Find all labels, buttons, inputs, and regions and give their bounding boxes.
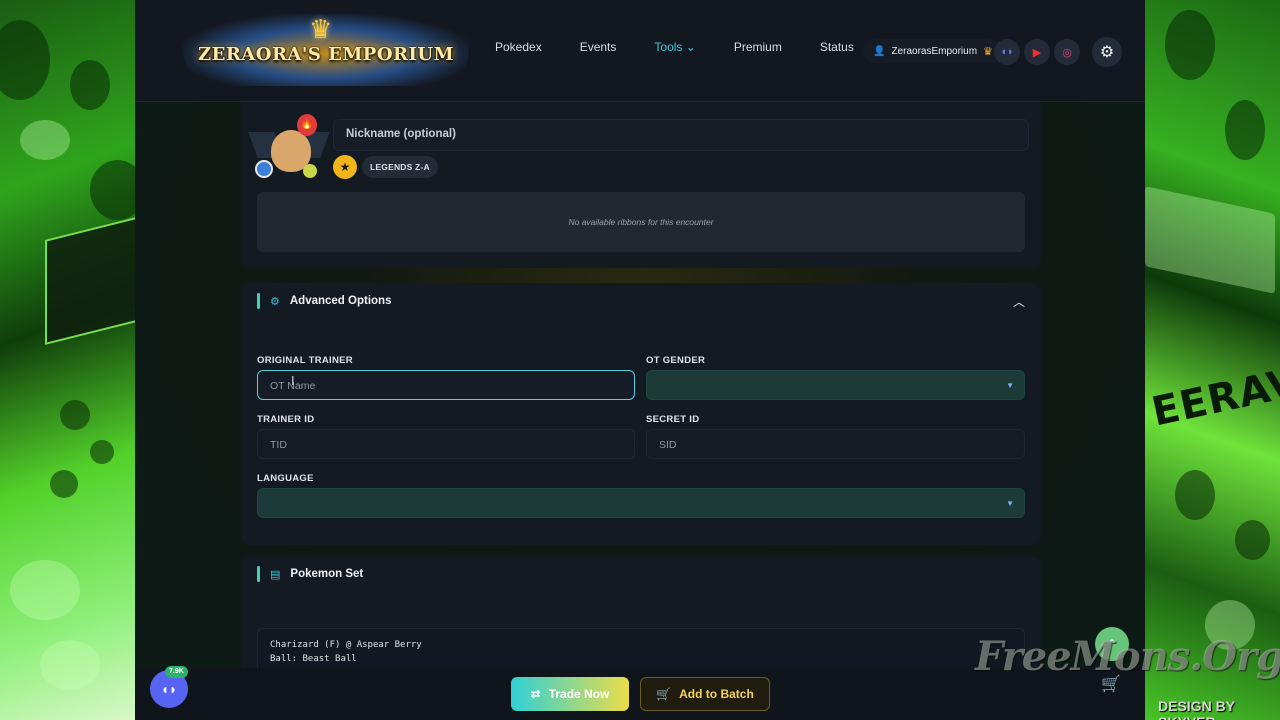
gear-icon: ⚙ xyxy=(270,295,280,308)
discord-member-count: 7.9K xyxy=(165,666,188,678)
nav-tools[interactable]: Tools ⌄ xyxy=(654,40,695,54)
nav-status[interactable]: Status xyxy=(820,40,854,54)
user-menu[interactable]: 👤 ZeraorasEmporium ♛ xyxy=(863,39,1003,63)
original-trainer-label: ORIGINAL TRAINER xyxy=(257,355,353,366)
nav-premium[interactable]: Premium xyxy=(734,40,782,54)
text-cursor-icon: I xyxy=(291,373,295,388)
watermark: FreeMons.Org xyxy=(975,633,1280,680)
add-to-batch-label: Add to Batch xyxy=(679,687,754,701)
ot-name-input[interactable]: OT Name xyxy=(257,370,635,400)
section-accent-bar xyxy=(257,566,260,582)
secret-id-label: SECRET ID xyxy=(646,414,700,425)
main-content: ♛ ZERAORA'S EMPORIUM Pokedex Events Tool… xyxy=(135,0,1145,720)
swap-arrows-icon: ⇄ xyxy=(530,687,541,701)
advanced-options-card: ⚙ Advanced Options ︿ ORIGINAL TRAINER OT… xyxy=(241,283,1041,545)
section-accent-bar xyxy=(257,293,260,309)
side-text: EERAVIOM xyxy=(1147,340,1280,436)
left-banner xyxy=(0,0,135,720)
advanced-options-header[interactable]: ⚙ Advanced Options xyxy=(257,293,391,309)
logo-text: ZERAORA'S EMPORIUM xyxy=(197,44,455,65)
username: ZeraorasEmporium xyxy=(891,45,978,57)
nav-events[interactable]: Events xyxy=(580,40,617,54)
nav-tools-label: Tools xyxy=(654,40,683,54)
pokeball-icon xyxy=(255,160,273,178)
held-item-icon xyxy=(303,164,317,178)
right-banner: EERAVIOM xyxy=(1145,0,1280,720)
game-badge: LEGENDS Z-A xyxy=(362,156,438,178)
premium-crown-icon: ♛ xyxy=(983,45,993,58)
pokemon-summary-card: 🔥 Nickname (optional) ★ LEGENDS Z-A No a… xyxy=(241,102,1041,268)
chevron-down-icon: ⌄ xyxy=(685,40,696,54)
sid-input[interactable]: SID xyxy=(646,429,1025,459)
settings-gear-icon[interactable]: ⚙ xyxy=(1092,37,1122,67)
caret-down-icon: ▼ xyxy=(1006,381,1014,390)
tid-input[interactable]: TID xyxy=(257,429,635,459)
add-to-batch-button[interactable]: 🛒 Add to Batch xyxy=(640,677,770,711)
ribbons-empty-message: No available ribbons for this encounter xyxy=(257,192,1025,252)
chevron-up-icon[interactable]: ︿ xyxy=(1013,293,1025,310)
language-select[interactable]: ▼ xyxy=(257,488,1025,518)
main-nav: Pokedex Events Tools ⌄ Premium Status xyxy=(495,40,892,54)
pokemon-sprite: 🔥 xyxy=(248,112,330,184)
nickname-input[interactable]: Nickname (optional) xyxy=(333,119,1029,151)
trade-now-label: Trade Now xyxy=(548,687,610,701)
caret-down-icon: ▼ xyxy=(1006,499,1014,508)
cart-icon: 🛒 xyxy=(656,687,672,701)
youtube-icon[interactable]: ▶ xyxy=(1024,39,1050,65)
ot-gender-label: OT GENDER xyxy=(646,355,706,366)
site-header: ♛ ZERAORA'S EMPORIUM Pokedex Events Tool… xyxy=(135,0,1145,102)
trainer-id-label: TRAINER ID xyxy=(257,414,315,425)
star-icon: ★ xyxy=(333,155,357,179)
design-credit: DESIGN BY SKYVER xyxy=(1158,698,1235,720)
trade-now-button[interactable]: ⇄ Trade Now xyxy=(511,677,629,711)
document-edit-icon: ▤ xyxy=(270,568,281,581)
site-logo[interactable]: ♛ ZERAORA'S EMPORIUM xyxy=(183,14,469,86)
discord-icon[interactable]: ◖◗ xyxy=(994,39,1020,65)
logo-crown-icon: ♛ xyxy=(309,14,333,44)
pokemon-set-title: Pokemon Set xyxy=(290,568,364,580)
instagram-icon[interactable]: ◎ xyxy=(1054,39,1080,65)
user-icon: 👤 xyxy=(873,45,886,57)
nav-pokedex[interactable]: Pokedex xyxy=(495,40,542,54)
language-label: LANGUAGE xyxy=(257,473,314,484)
tera-type-icon: 🔥 xyxy=(297,114,317,136)
hex-panel xyxy=(45,216,135,345)
advanced-options-title: Advanced Options xyxy=(289,295,392,307)
pokemon-set-header: ▤ Pokemon Set xyxy=(257,566,363,582)
ot-gender-select[interactable]: ▼ xyxy=(646,370,1025,400)
